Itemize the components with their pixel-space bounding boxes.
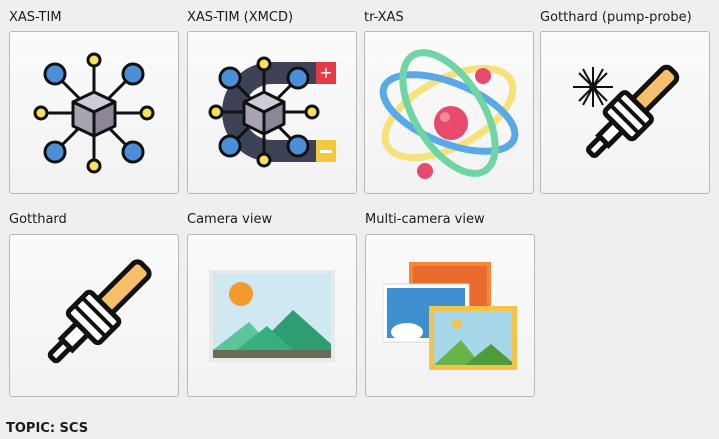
svg-text:+: + (319, 63, 332, 82)
detector-stick-icon (47, 258, 152, 363)
tile-label-gotthard: Gotthard (9, 212, 67, 227)
multiple-images-icon (383, 261, 517, 370)
atom-icon (379, 48, 519, 179)
gotthard-button[interactable] (9, 234, 179, 397)
camera-view-button[interactable] (187, 234, 357, 397)
tile-label-xas-tim-xmcd: XAS-TIM (XMCD) (187, 10, 294, 25)
topic-label: TOPIC: SCS (6, 421, 89, 436)
landscape-image-icon (209, 269, 335, 362)
multi-camera-view-button[interactable] (365, 234, 535, 397)
xas-tim-button[interactable] (9, 31, 179, 194)
tr-xas-button[interactable] (364, 31, 534, 194)
tile-label-camera-view: Camera view (187, 212, 273, 227)
gotthard-pump-probe-button[interactable] (540, 31, 710, 194)
tile-label-multi-camera-view: Multi-camera view (365, 212, 485, 227)
tile-label-tr-xas: tr-XAS (364, 10, 404, 25)
laser-detector-icon (573, 64, 680, 158)
molecule-network-icon (33, 52, 155, 173)
tile-label-xas-tim: XAS-TIM (9, 10, 62, 25)
magnet-molecule-icon: + (208, 56, 336, 167)
xas-tim-xmcd-button[interactable]: + (187, 31, 357, 194)
tile-label-gotthard-pump-probe: Gotthard (pump-probe) (540, 10, 692, 25)
